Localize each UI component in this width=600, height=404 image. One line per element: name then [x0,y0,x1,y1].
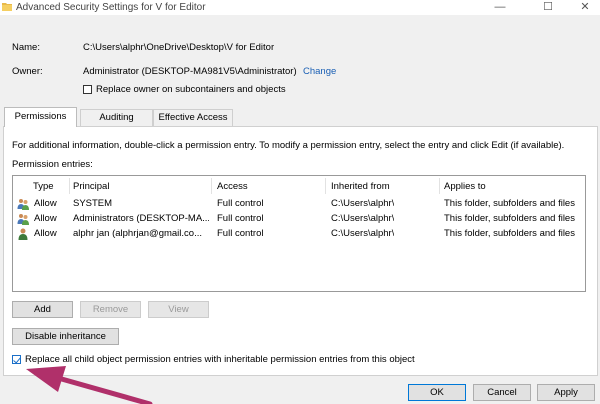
tab-permissions[interactable]: Permissions [4,107,77,127]
entry-principal: SYSTEM [73,198,113,209]
close-button[interactable]: ✕ [565,0,600,15]
remove-button[interactable]: Remove [80,301,141,318]
entry-principal: Administrators (DESKTOP-MA... [73,213,209,224]
entry-access: Full control [217,213,264,224]
column-separator[interactable] [325,178,326,194]
apply-button[interactable]: Apply [537,384,595,401]
entry-inherited-from: C:\Users\alphr\ [331,213,395,224]
entry-type: Allow [34,213,57,224]
title-bar: Advanced Security Settings for V for Edi… [0,0,600,15]
name-label: Name: [12,42,40,53]
column-separator[interactable] [69,178,70,194]
table-row[interactable]: Allow Administrators (DESKTOP-MA... Full… [13,212,585,227]
ok-button[interactable]: OK [408,384,466,401]
change-owner-link[interactable]: Change [303,66,336,77]
tab-auditing[interactable]: Auditing [80,109,153,126]
entry-applies-to: This folder, subfolders and files [444,213,575,224]
owner-label: Owner: [12,66,43,77]
column-header-type[interactable]: Type [33,180,54,194]
disable-inheritance-button[interactable]: Disable inheritance [12,328,119,345]
cancel-button[interactable]: Cancel [473,384,531,401]
entry-inherited-from: C:\Users\alphr\ [331,198,395,209]
add-button[interactable]: Add [12,301,73,318]
permission-entries-list[interactable]: Type Principal Access Inherited from App… [12,175,586,292]
table-row[interactable]: Allow SYSTEM Full control C:\Users\alphr… [13,197,585,212]
entry-type: Allow [34,198,57,209]
tab-effective-access[interactable]: Effective Access [153,109,233,126]
entry-type: Allow [34,228,57,239]
minimize-button[interactable]: — [480,0,520,15]
window-title: Advanced Security Settings for V for Edi… [16,2,206,13]
view-button[interactable]: View [148,301,209,318]
replace-owner-checkbox[interactable] [83,85,92,94]
table-row[interactable]: Allow alphr jan (alphrjan@gmail.co... Fu… [13,227,585,242]
column-header-inherited-from[interactable]: Inherited from [331,180,390,194]
replace-child-permissions-label: Replace all child object permission entr… [25,354,415,365]
entry-applies-to: This folder, subfolders and files [444,198,575,209]
column-header-principal[interactable]: Principal [73,180,109,194]
name-value: C:\Users\alphr\OneDrive\Desktop\V for Ed… [83,42,275,53]
entry-principal: alphr jan (alphrjan@gmail.co... [73,228,202,239]
permission-entries-label: Permission entries: [12,159,93,170]
column-header-access[interactable]: Access [217,180,248,194]
entry-applies-to: This folder, subfolders and files [444,228,575,239]
column-separator[interactable] [439,178,440,194]
replace-owner-label: Replace owner on subcontainers and objec… [96,84,286,95]
folder-icon [2,3,12,11]
single-user-icon [18,228,28,240]
replace-child-permissions-checkbox[interactable] [12,355,21,364]
column-header-applies-to[interactable]: Applies to [444,180,486,194]
column-separator[interactable] [211,178,212,194]
info-text: For additional information, double-click… [12,140,565,151]
group-users-icon [17,199,29,210]
owner-value: Administrator (DESKTOP-MA981V5\Administr… [83,66,297,77]
entry-access: Full control [217,228,264,239]
entry-inherited-from: C:\Users\alphr\ [331,228,395,239]
maximize-button[interactable]: ☐ [528,0,568,15]
entry-access: Full control [217,198,264,209]
group-users-icon [17,214,29,225]
